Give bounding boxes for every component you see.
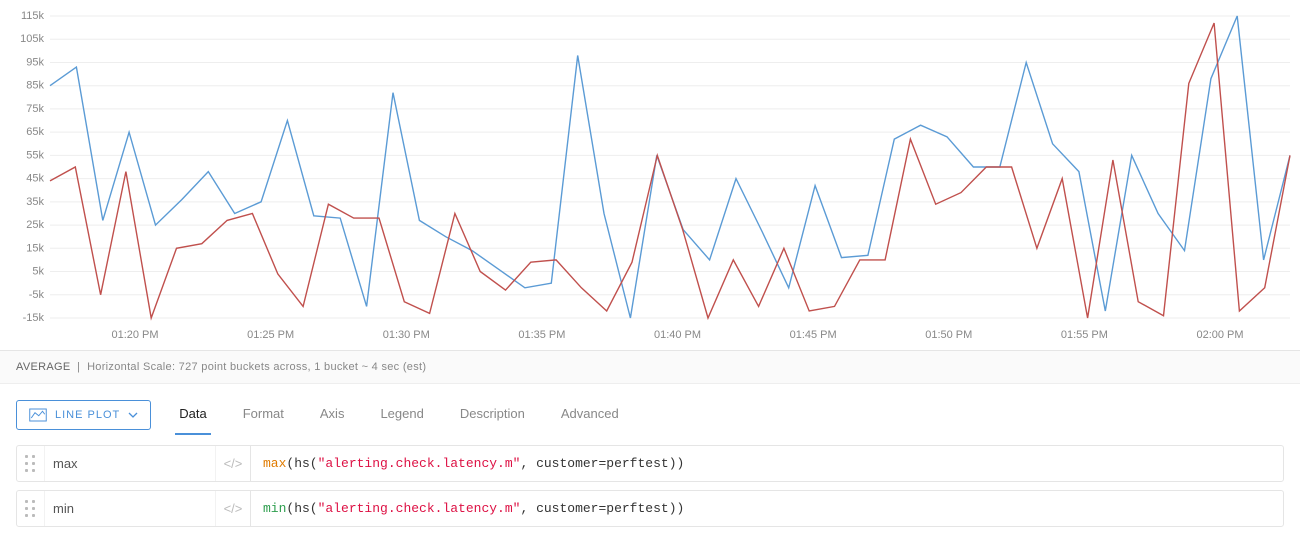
editor-tabs: Data Format Axis Legend Description Advanced: [175, 394, 622, 435]
query-name-input[interactable]: min: [45, 491, 215, 526]
chart-footer-bar: AVERAGE | Horizontal Scale: 727 point bu…: [0, 350, 1300, 383]
svg-text:115k: 115k: [21, 10, 45, 22]
svg-text:85k: 85k: [26, 80, 44, 92]
svg-text:-5k: -5k: [29, 289, 45, 301]
line-plot-icon: [29, 408, 47, 422]
svg-text:55k: 55k: [26, 149, 44, 161]
chart-panel: 115k 105k 95k 85k 75k 65k 55k 45k 35k 25k 15k 5k -5k…: [0, 0, 1300, 350]
svg-text:01:40 PM: 01:40 PM: [654, 329, 701, 341]
svg-text:01:20 PM: 01:20 PM: [111, 329, 158, 341]
svg-text:01:50 PM: 01:50 PM: [925, 329, 972, 341]
aggregation-label: AVERAGE: [16, 361, 70, 373]
code-toggle-icon[interactable]: </>: [215, 491, 251, 526]
query-row: max</>max(hs("alerting.check.latency.m",…: [16, 445, 1284, 482]
svg-text:01:55 PM: 01:55 PM: [1061, 329, 1108, 341]
query-expression-input[interactable]: min(hs("alerting.check.latency.m", custo…: [251, 491, 1283, 526]
tab-axis[interactable]: Axis: [316, 394, 349, 435]
svg-text:01:25 PM: 01:25 PM: [247, 329, 294, 341]
drag-handle-icon[interactable]: [17, 446, 45, 481]
tab-advanced[interactable]: Advanced: [557, 394, 623, 435]
svg-text:02:00 PM: 02:00 PM: [1196, 329, 1243, 341]
svg-text:105k: 105k: [20, 33, 44, 45]
svg-text:75k: 75k: [26, 103, 44, 115]
horizontal-scale-text: Horizontal Scale: 727 point buckets acro…: [87, 361, 426, 373]
svg-text:01:35 PM: 01:35 PM: [518, 329, 565, 341]
controls-row: LINE PLOT Data Format Axis Legend Descriptio…: [0, 383, 1300, 435]
code-toggle-icon[interactable]: </>: [215, 446, 251, 481]
svg-text:45k: 45k: [26, 173, 44, 185]
svg-text:01:30 PM: 01:30 PM: [383, 329, 430, 341]
plot-type-dropdown[interactable]: LINE PLOT: [16, 400, 151, 430]
tab-description[interactable]: Description: [456, 394, 529, 435]
query-row: min</>min(hs("alerting.check.latency.m",…: [16, 490, 1284, 527]
tab-legend[interactable]: Legend: [376, 394, 427, 435]
query-list: max</>max(hs("alerting.check.latency.m",…: [0, 435, 1300, 545]
line-chart[interactable]: 115k 105k 95k 85k 75k 65k 55k 45k 35k 25k 15k 5k -5k…: [0, 8, 1300, 348]
tab-data[interactable]: Data: [175, 394, 210, 435]
query-name-input[interactable]: max: [45, 446, 215, 481]
query-expression-input[interactable]: max(hs("alerting.check.latency.m", custo…: [251, 446, 1283, 481]
svg-text:15k: 15k: [26, 242, 44, 254]
svg-text:65k: 65k: [26, 126, 44, 138]
svg-text:35k: 35k: [26, 196, 44, 208]
footer-separator: |: [74, 361, 87, 373]
svg-text:25k: 25k: [26, 219, 44, 231]
svg-text:-15k: -15k: [23, 312, 45, 324]
chevron-down-icon: [128, 409, 138, 421]
drag-handle-icon[interactable]: [17, 491, 45, 526]
svg-text:5k: 5k: [32, 266, 44, 278]
svg-text:01:45 PM: 01:45 PM: [790, 329, 837, 341]
plot-type-label: LINE PLOT: [55, 409, 120, 421]
svg-text:95k: 95k: [26, 56, 44, 68]
tab-format[interactable]: Format: [239, 394, 288, 435]
